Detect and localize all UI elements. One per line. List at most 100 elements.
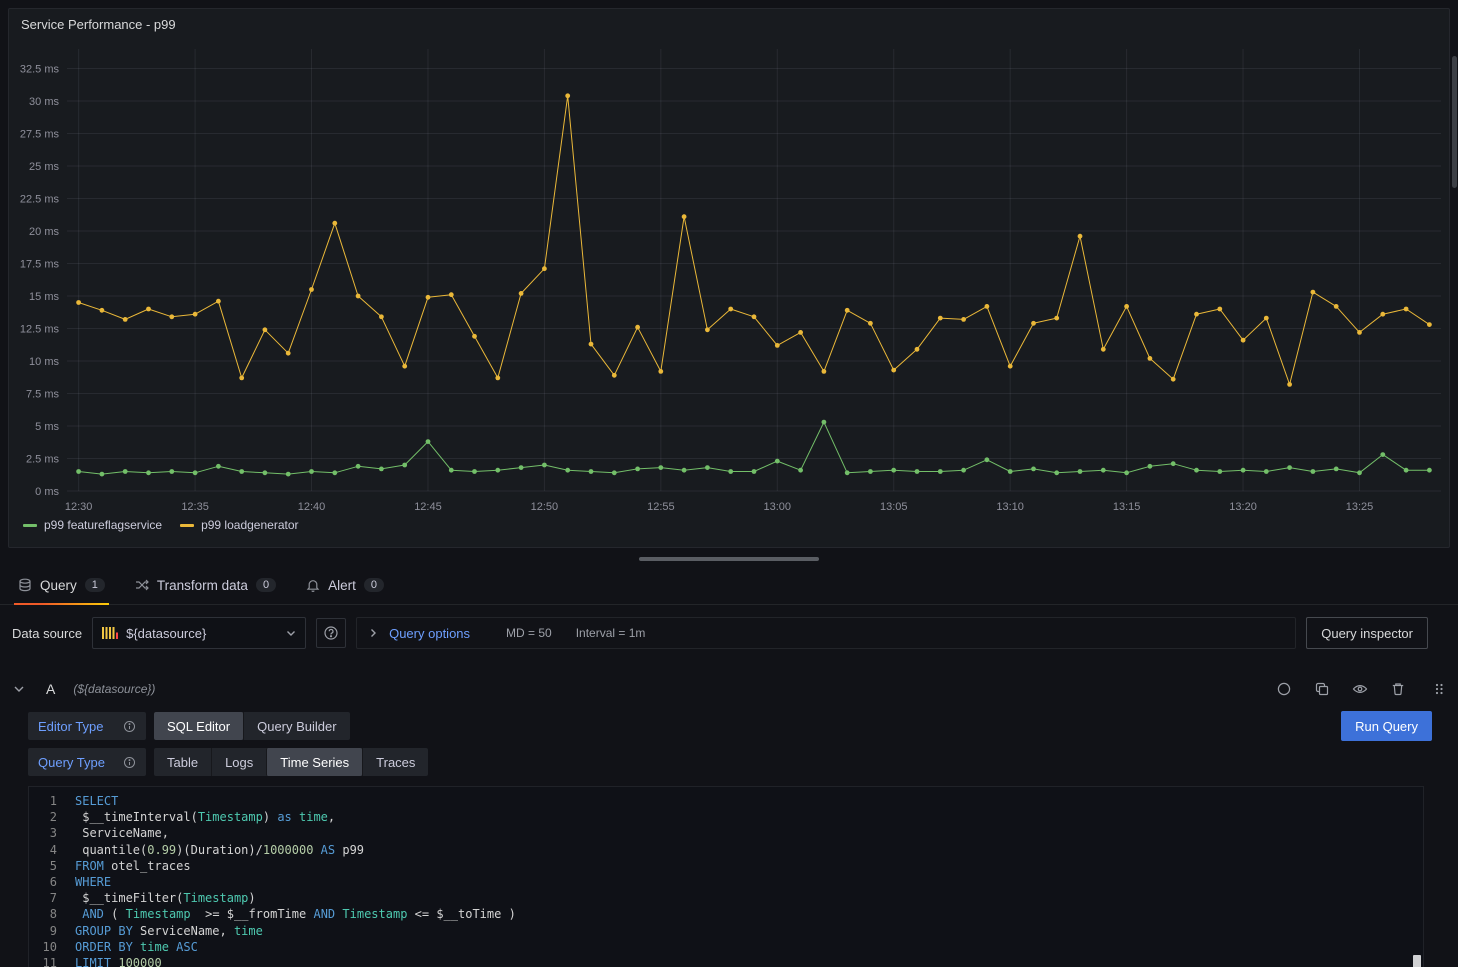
query-type-option-table[interactable]: Table bbox=[154, 748, 211, 776]
editor-tabs: Query 1 Transform data 0 Alert 0 bbox=[0, 566, 1458, 605]
code-line[interactable]: FROM otel_traces bbox=[75, 858, 1423, 874]
database-icon bbox=[18, 578, 32, 592]
datasource-label: Data source bbox=[8, 626, 82, 641]
svg-text:5 ms: 5 ms bbox=[35, 421, 59, 433]
svg-text:13:25: 13:25 bbox=[1346, 501, 1374, 513]
vertical-scrollbar-thumb[interactable] bbox=[1452, 56, 1457, 188]
timeseries-chart[interactable]: 0 ms2.5 ms5 ms7.5 ms10 ms12.5 ms15 ms17.… bbox=[9, 39, 1449, 513]
horizontal-scrollbar-thumb[interactable] bbox=[639, 557, 819, 561]
line-number: 1 bbox=[29, 793, 73, 809]
bell-icon bbox=[306, 578, 320, 592]
query-datasource-hint: (${datasource}) bbox=[73, 682, 155, 696]
info-circle-icon[interactable] bbox=[123, 720, 136, 733]
legend-item[interactable]: p99 featureflagservice bbox=[23, 518, 162, 532]
series-p99-loadgenerator bbox=[76, 93, 1432, 386]
editor-type-radio-group: SQL EditorQuery Builder bbox=[154, 712, 350, 740]
tab-badge: 0 bbox=[364, 578, 384, 592]
svg-text:12:50: 12:50 bbox=[531, 501, 559, 513]
line-number: 5 bbox=[29, 858, 73, 874]
sql-code-lines[interactable]: SELECT $__timeInterval(Timestamp) as tim… bbox=[73, 787, 1423, 967]
query-type-chip: Query Type bbox=[28, 748, 146, 776]
code-line[interactable]: quantile(0.99)(Duration)/1000000 AS p99 bbox=[75, 842, 1423, 858]
editor-type-chip: Editor Type bbox=[28, 712, 146, 740]
horizontal-scrollbar[interactable] bbox=[0, 556, 1458, 562]
line-number: 3 bbox=[29, 825, 73, 841]
svg-text:12:40: 12:40 bbox=[298, 501, 326, 513]
query-type-label: Query Type bbox=[38, 755, 105, 770]
line-number: 7 bbox=[29, 890, 73, 906]
datasource-help-button[interactable] bbox=[316, 618, 346, 648]
trash-icon[interactable] bbox=[1390, 681, 1406, 697]
svg-text:12.5 ms: 12.5 ms bbox=[20, 324, 60, 336]
query-inspector-button[interactable]: Query inspector bbox=[1306, 617, 1428, 649]
tab-alert[interactable]: Alert 0 bbox=[296, 566, 394, 604]
svg-text:12:55: 12:55 bbox=[647, 501, 675, 513]
chevron-down-icon bbox=[285, 627, 297, 639]
collapse-chevron-down-icon[interactable] bbox=[12, 682, 26, 696]
query-options-collapsed[interactable]: Query options MD = 50 Interval = 1m bbox=[356, 617, 1296, 649]
code-line[interactable]: SELECT bbox=[75, 793, 1423, 809]
editor-type-option-sql-editor[interactable]: SQL Editor bbox=[154, 712, 243, 740]
datasource-selected-value: ${datasource} bbox=[126, 626, 206, 641]
series-p99-featureflagservice bbox=[76, 420, 1432, 477]
editor-cursor-marker bbox=[1413, 955, 1421, 967]
tab-transform-data[interactable]: Transform data 0 bbox=[125, 566, 286, 604]
line-number: 8 bbox=[29, 906, 73, 922]
query-row-header[interactable]: A (${datasource}) bbox=[8, 675, 1450, 703]
svg-text:12:45: 12:45 bbox=[414, 501, 442, 513]
timeseries-panel: Service Performance - p99 0 ms2.5 ms5 ms… bbox=[8, 8, 1450, 548]
line-number: 9 bbox=[29, 923, 73, 939]
legend-swatch-icon bbox=[180, 524, 194, 527]
svg-text:13:05: 13:05 bbox=[880, 501, 908, 513]
query-type-option-time-series[interactable]: Time Series bbox=[266, 748, 362, 776]
svg-text:27.5 ms: 27.5 ms bbox=[20, 129, 60, 141]
datasource-picker[interactable]: ${datasource} bbox=[92, 617, 306, 649]
x-axis-labels: 12:3012:3512:4012:4512:5012:5513:0013:05… bbox=[65, 501, 1373, 513]
info-circle-icon[interactable] bbox=[123, 756, 136, 769]
svg-text:7.5 ms: 7.5 ms bbox=[26, 389, 60, 401]
y-axis-labels: 0 ms2.5 ms5 ms7.5 ms10 ms12.5 ms15 ms17.… bbox=[20, 64, 60, 499]
tab-query[interactable]: Query 1 bbox=[8, 566, 115, 604]
legend-label: p99 loadgenerator bbox=[201, 518, 298, 532]
svg-text:2.5 ms: 2.5 ms bbox=[26, 454, 60, 466]
tab-label: Alert bbox=[328, 578, 356, 593]
svg-text:17.5 ms: 17.5 ms bbox=[20, 259, 60, 271]
svg-text:12:30: 12:30 bbox=[65, 501, 93, 513]
eye-icon[interactable] bbox=[1352, 681, 1368, 697]
line-number-gutter: 1234567891011 bbox=[29, 787, 73, 967]
drag-handle-icon[interactable] bbox=[1432, 681, 1446, 697]
svg-text:20 ms: 20 ms bbox=[29, 226, 59, 238]
query-type-option-logs[interactable]: Logs bbox=[211, 748, 266, 776]
disable-query-icon[interactable] bbox=[1276, 681, 1292, 697]
editor-type-option-query-builder[interactable]: Query Builder bbox=[243, 712, 349, 740]
svg-text:13:10: 13:10 bbox=[996, 501, 1024, 513]
svg-text:13:20: 13:20 bbox=[1229, 501, 1257, 513]
svg-text:32.5 ms: 32.5 ms bbox=[20, 64, 60, 76]
code-line[interactable]: WHERE bbox=[75, 874, 1423, 890]
question-circle-icon bbox=[323, 625, 339, 641]
editor-type-label: Editor Type bbox=[38, 719, 104, 734]
sql-code-editor[interactable]: 1234567891011 SELECT $__timeInterval(Tim… bbox=[28, 786, 1424, 967]
query-type-option-traces[interactable]: Traces bbox=[362, 748, 428, 776]
query-options-interval: Interval = 1m bbox=[576, 626, 646, 640]
run-query-button[interactable]: Run Query bbox=[1341, 711, 1432, 741]
line-number: 6 bbox=[29, 874, 73, 890]
line-number: 10 bbox=[29, 939, 73, 955]
code-line[interactable]: $__timeFilter(Timestamp) bbox=[75, 890, 1423, 906]
panel-header[interactable]: Service Performance - p99 bbox=[9, 9, 1449, 39]
datasource-type-icon bbox=[101, 625, 118, 641]
svg-text:12:35: 12:35 bbox=[181, 501, 209, 513]
code-line[interactable]: ORDER BY time ASC bbox=[75, 939, 1423, 955]
query-options-md: MD = 50 bbox=[506, 626, 552, 640]
code-line[interactable]: AND ( Timestamp >= $__fromTime AND Times… bbox=[75, 906, 1423, 922]
duplicate-query-icon[interactable] bbox=[1314, 681, 1330, 697]
code-line[interactable]: $__timeInterval(Timestamp) as time, bbox=[75, 809, 1423, 825]
grafana-panel-editor: Service Performance - p99 0 ms2.5 ms5 ms… bbox=[0, 0, 1458, 967]
code-line[interactable]: LIMIT 100000 bbox=[75, 955, 1423, 967]
svg-text:30 ms: 30 ms bbox=[29, 96, 59, 108]
query-options-link[interactable]: Query options bbox=[389, 626, 470, 641]
tab-label: Query bbox=[40, 578, 77, 593]
legend-item[interactable]: p99 loadgenerator bbox=[180, 518, 298, 532]
code-line[interactable]: ServiceName, bbox=[75, 825, 1423, 841]
code-line[interactable]: GROUP BY ServiceName, time bbox=[75, 923, 1423, 939]
